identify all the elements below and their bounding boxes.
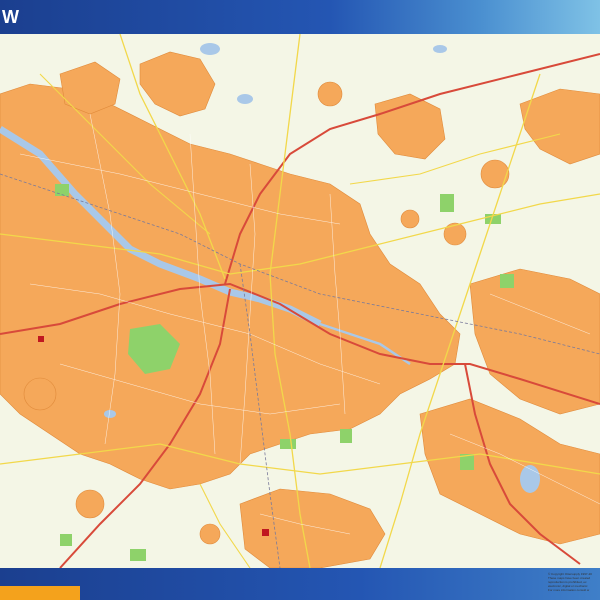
park: [500, 274, 514, 288]
street-map[interactable]: [0, 34, 600, 568]
landmark-marker: [262, 529, 269, 536]
loch: [104, 410, 116, 418]
map-title: W: [2, 7, 20, 27]
map-poster: W © Copyright Ottersupply 1997-20 These …: [0, 0, 600, 600]
park: [55, 184, 69, 196]
footer-bar: [0, 568, 600, 600]
loch: [200, 43, 220, 55]
footer-accent-stripe: [0, 586, 80, 600]
loch: [433, 45, 447, 53]
park: [340, 429, 352, 443]
urban-area-satellite: [480, 159, 510, 189]
park: [60, 534, 72, 546]
landmark-marker: [38, 336, 44, 342]
urban-area-satellite: [75, 489, 105, 519]
loch: [237, 94, 253, 104]
copyright-line: For more information consult w: [548, 588, 590, 592]
urban-area-satellite: [317, 81, 343, 107]
copyright-notice: © Copyright Ottersupply 1997-20 These ma…: [548, 572, 598, 592]
urban-area-satellite: [443, 222, 467, 246]
urban-area-satellite: [400, 209, 420, 229]
map-canvas[interactable]: [0, 34, 600, 568]
urban-area-satellite: [199, 523, 221, 545]
urban-area-satellite: [23, 377, 57, 411]
title-bar: W: [0, 0, 600, 34]
park: [280, 439, 296, 449]
park: [130, 549, 146, 561]
park: [440, 194, 454, 212]
